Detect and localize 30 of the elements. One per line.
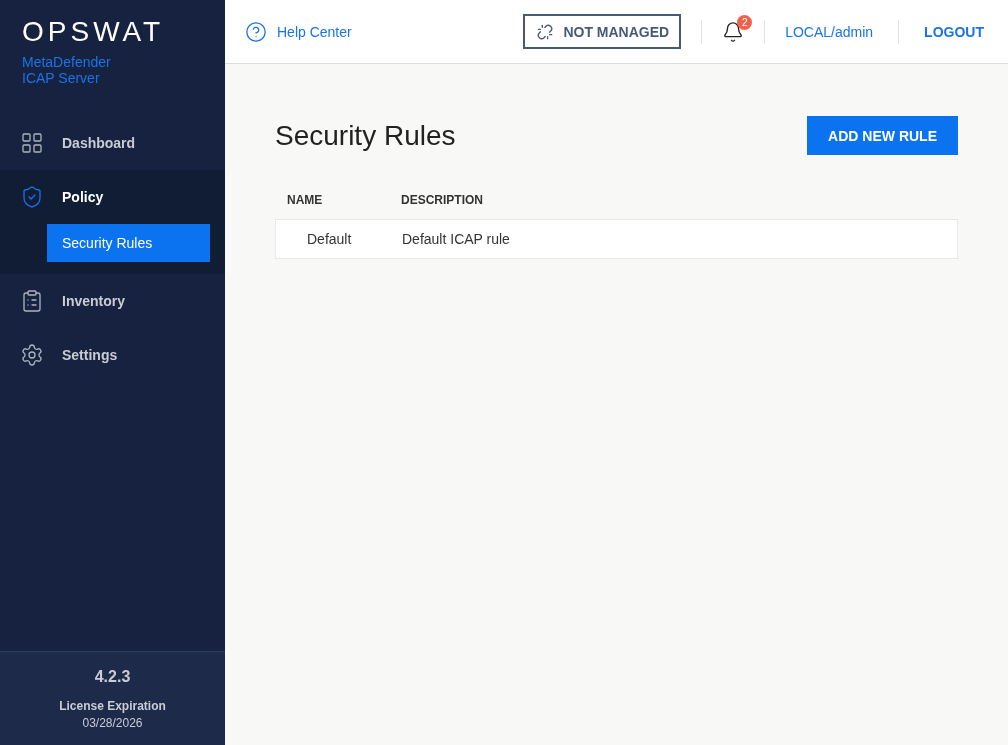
table-cell-text: Default ICAP rule: [402, 231, 511, 247]
user-link[interactable]: LOCAL/admin: [785, 23, 874, 40]
clipboard-icon: [20, 289, 44, 313]
column-header: DESCRIPTION: [401, 193, 484, 207]
page-title: Security Rules: [275, 119, 456, 152]
shield-icon: [20, 185, 44, 209]
gear-icon: [20, 343, 44, 367]
bell-icon[interactable]: [722, 20, 745, 43]
license-label: License Expiration: [59, 698, 166, 715]
help-link[interactable]: Help Center: [245, 20, 352, 43]
nav-subitem[interactable]: Security Rules: [47, 224, 210, 262]
help-icon: [245, 20, 267, 43]
unlink-icon: [537, 23, 554, 40]
license-date: 03/28/2026: [82, 715, 143, 732]
logo: OPSWAT: [22, 16, 166, 48]
status-button[interactable]: NOT MANAGED: [523, 14, 682, 49]
table-row[interactable]: Default Default ICAP rule: [275, 219, 958, 259]
nav-item[interactable]: Settings: [0, 328, 225, 382]
add-rule-button[interactable]: ADD NEW RULE: [807, 116, 958, 155]
column-header: NAME: [287, 193, 324, 207]
grid-icon: [20, 131, 44, 155]
nav-item[interactable]: Policy: [0, 170, 225, 224]
nav-item[interactable]: Inventory: [0, 274, 225, 328]
table-cell-text: Default: [306, 231, 353, 247]
version: 4.2.3: [94, 668, 131, 686]
notification-count: 2: [737, 14, 753, 30]
logout-link[interactable]: LOGOUT: [924, 23, 984, 40]
product-name: ICAP Server: [22, 70, 101, 86]
product-name: MetaDefender: [22, 54, 112, 70]
nav-item[interactable]: Dashboard: [0, 116, 225, 170]
